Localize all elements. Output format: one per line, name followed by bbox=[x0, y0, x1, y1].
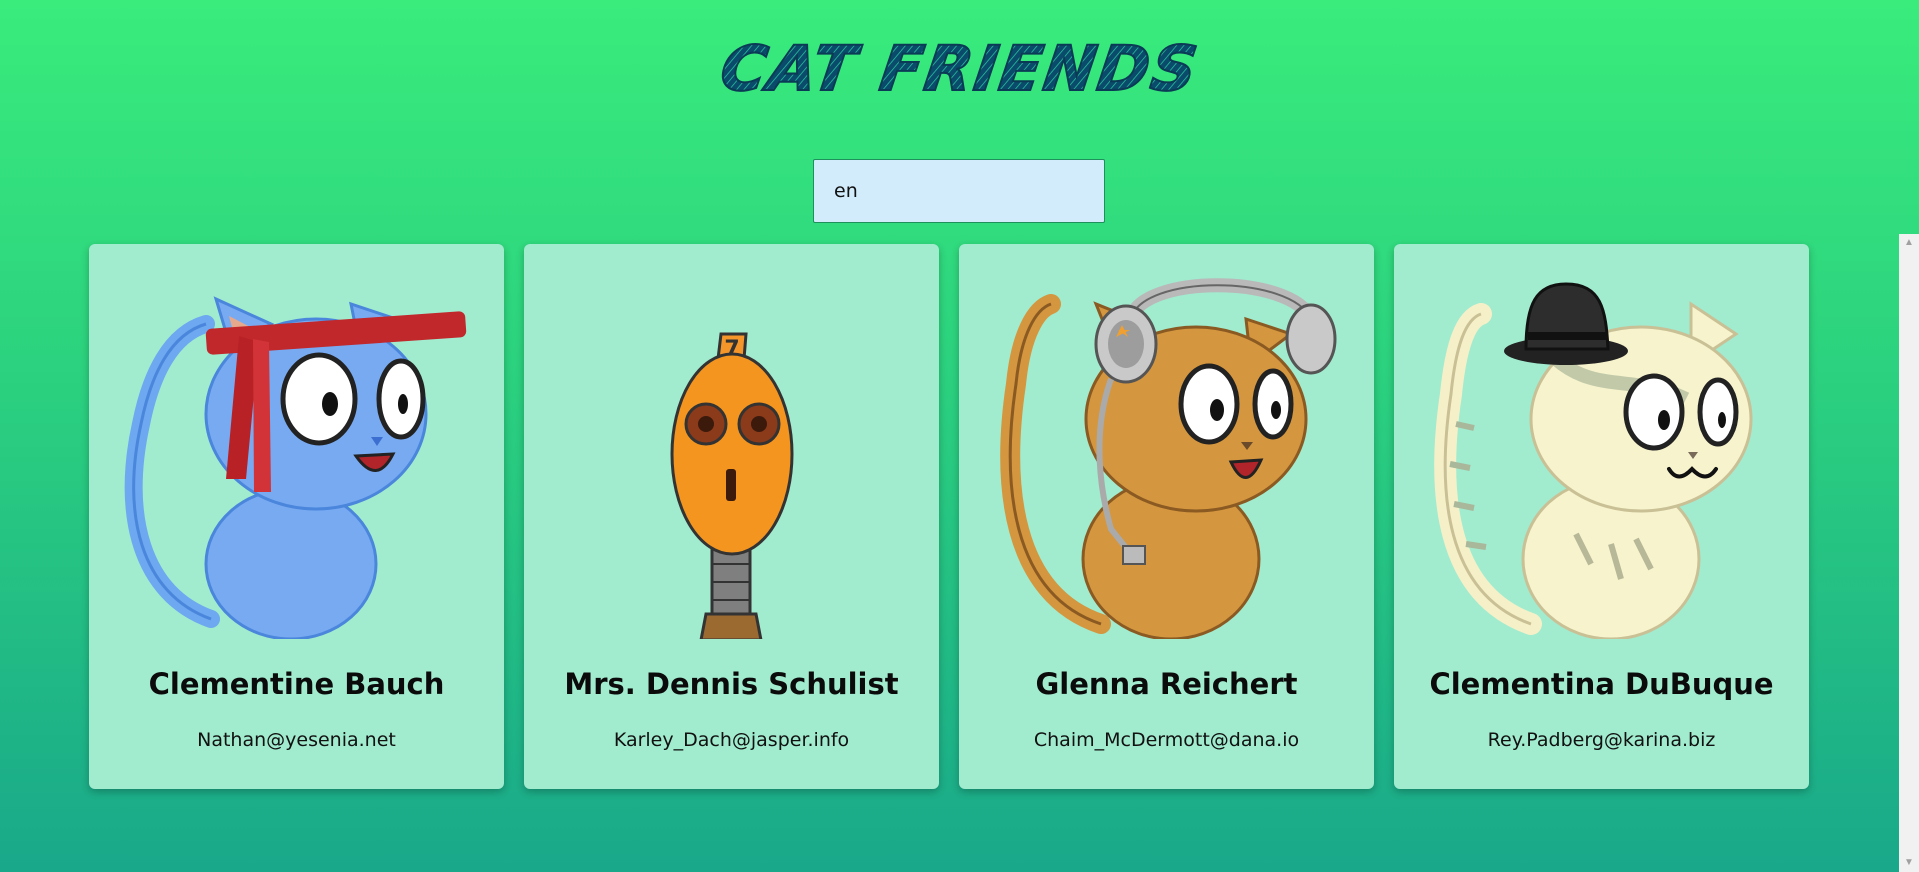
blue-cat-headband-icon bbox=[124, 296, 467, 639]
cat-email: Karley_Dach@jasper.info bbox=[613, 729, 850, 751]
orange-robot-head-icon: 7 bbox=[670, 332, 794, 639]
cat-email: Chaim_McDermott@dana.io bbox=[1033, 729, 1300, 751]
cat-card: 7 Mrs. Dennis Schulist Karley_Dach@jaspe… bbox=[524, 244, 939, 789]
cat-name: Clementine Bauch bbox=[148, 667, 445, 701]
cream-cat-top-hat-icon bbox=[1434, 282, 1753, 639]
cat-card: Clementina DuBuque Rey.Padberg@karina.bi… bbox=[1394, 244, 1809, 789]
cat-card: Glenna Reichert Chaim_McDermott@dana.io bbox=[959, 244, 1374, 789]
cat-email: Nathan@yesenia.net bbox=[197, 729, 396, 751]
page-title: CAT FRIENDS bbox=[0, 22, 1919, 112]
cat-name: Clementina DuBuque bbox=[1429, 667, 1774, 701]
search-input[interactable] bbox=[813, 159, 1105, 223]
cat-name: Mrs. Dennis Schulist bbox=[564, 667, 899, 701]
app-title-text: CAT FRIENDS bbox=[716, 32, 1203, 105]
orange-cat-headphones-icon bbox=[1000, 278, 1337, 639]
cat-card: Clementine Bauch Nathan@yesenia.net bbox=[89, 244, 504, 789]
scroll-down-icon[interactable]: ▼ bbox=[1899, 854, 1919, 872]
cat-email: Rey.Padberg@karina.biz bbox=[1487, 729, 1716, 751]
scroll-up-icon[interactable]: ▲ bbox=[1899, 234, 1919, 252]
cat-name: Glenna Reichert bbox=[1035, 667, 1298, 701]
vertical-scrollbar[interactable]: ▲ ▼ bbox=[1899, 234, 1919, 872]
